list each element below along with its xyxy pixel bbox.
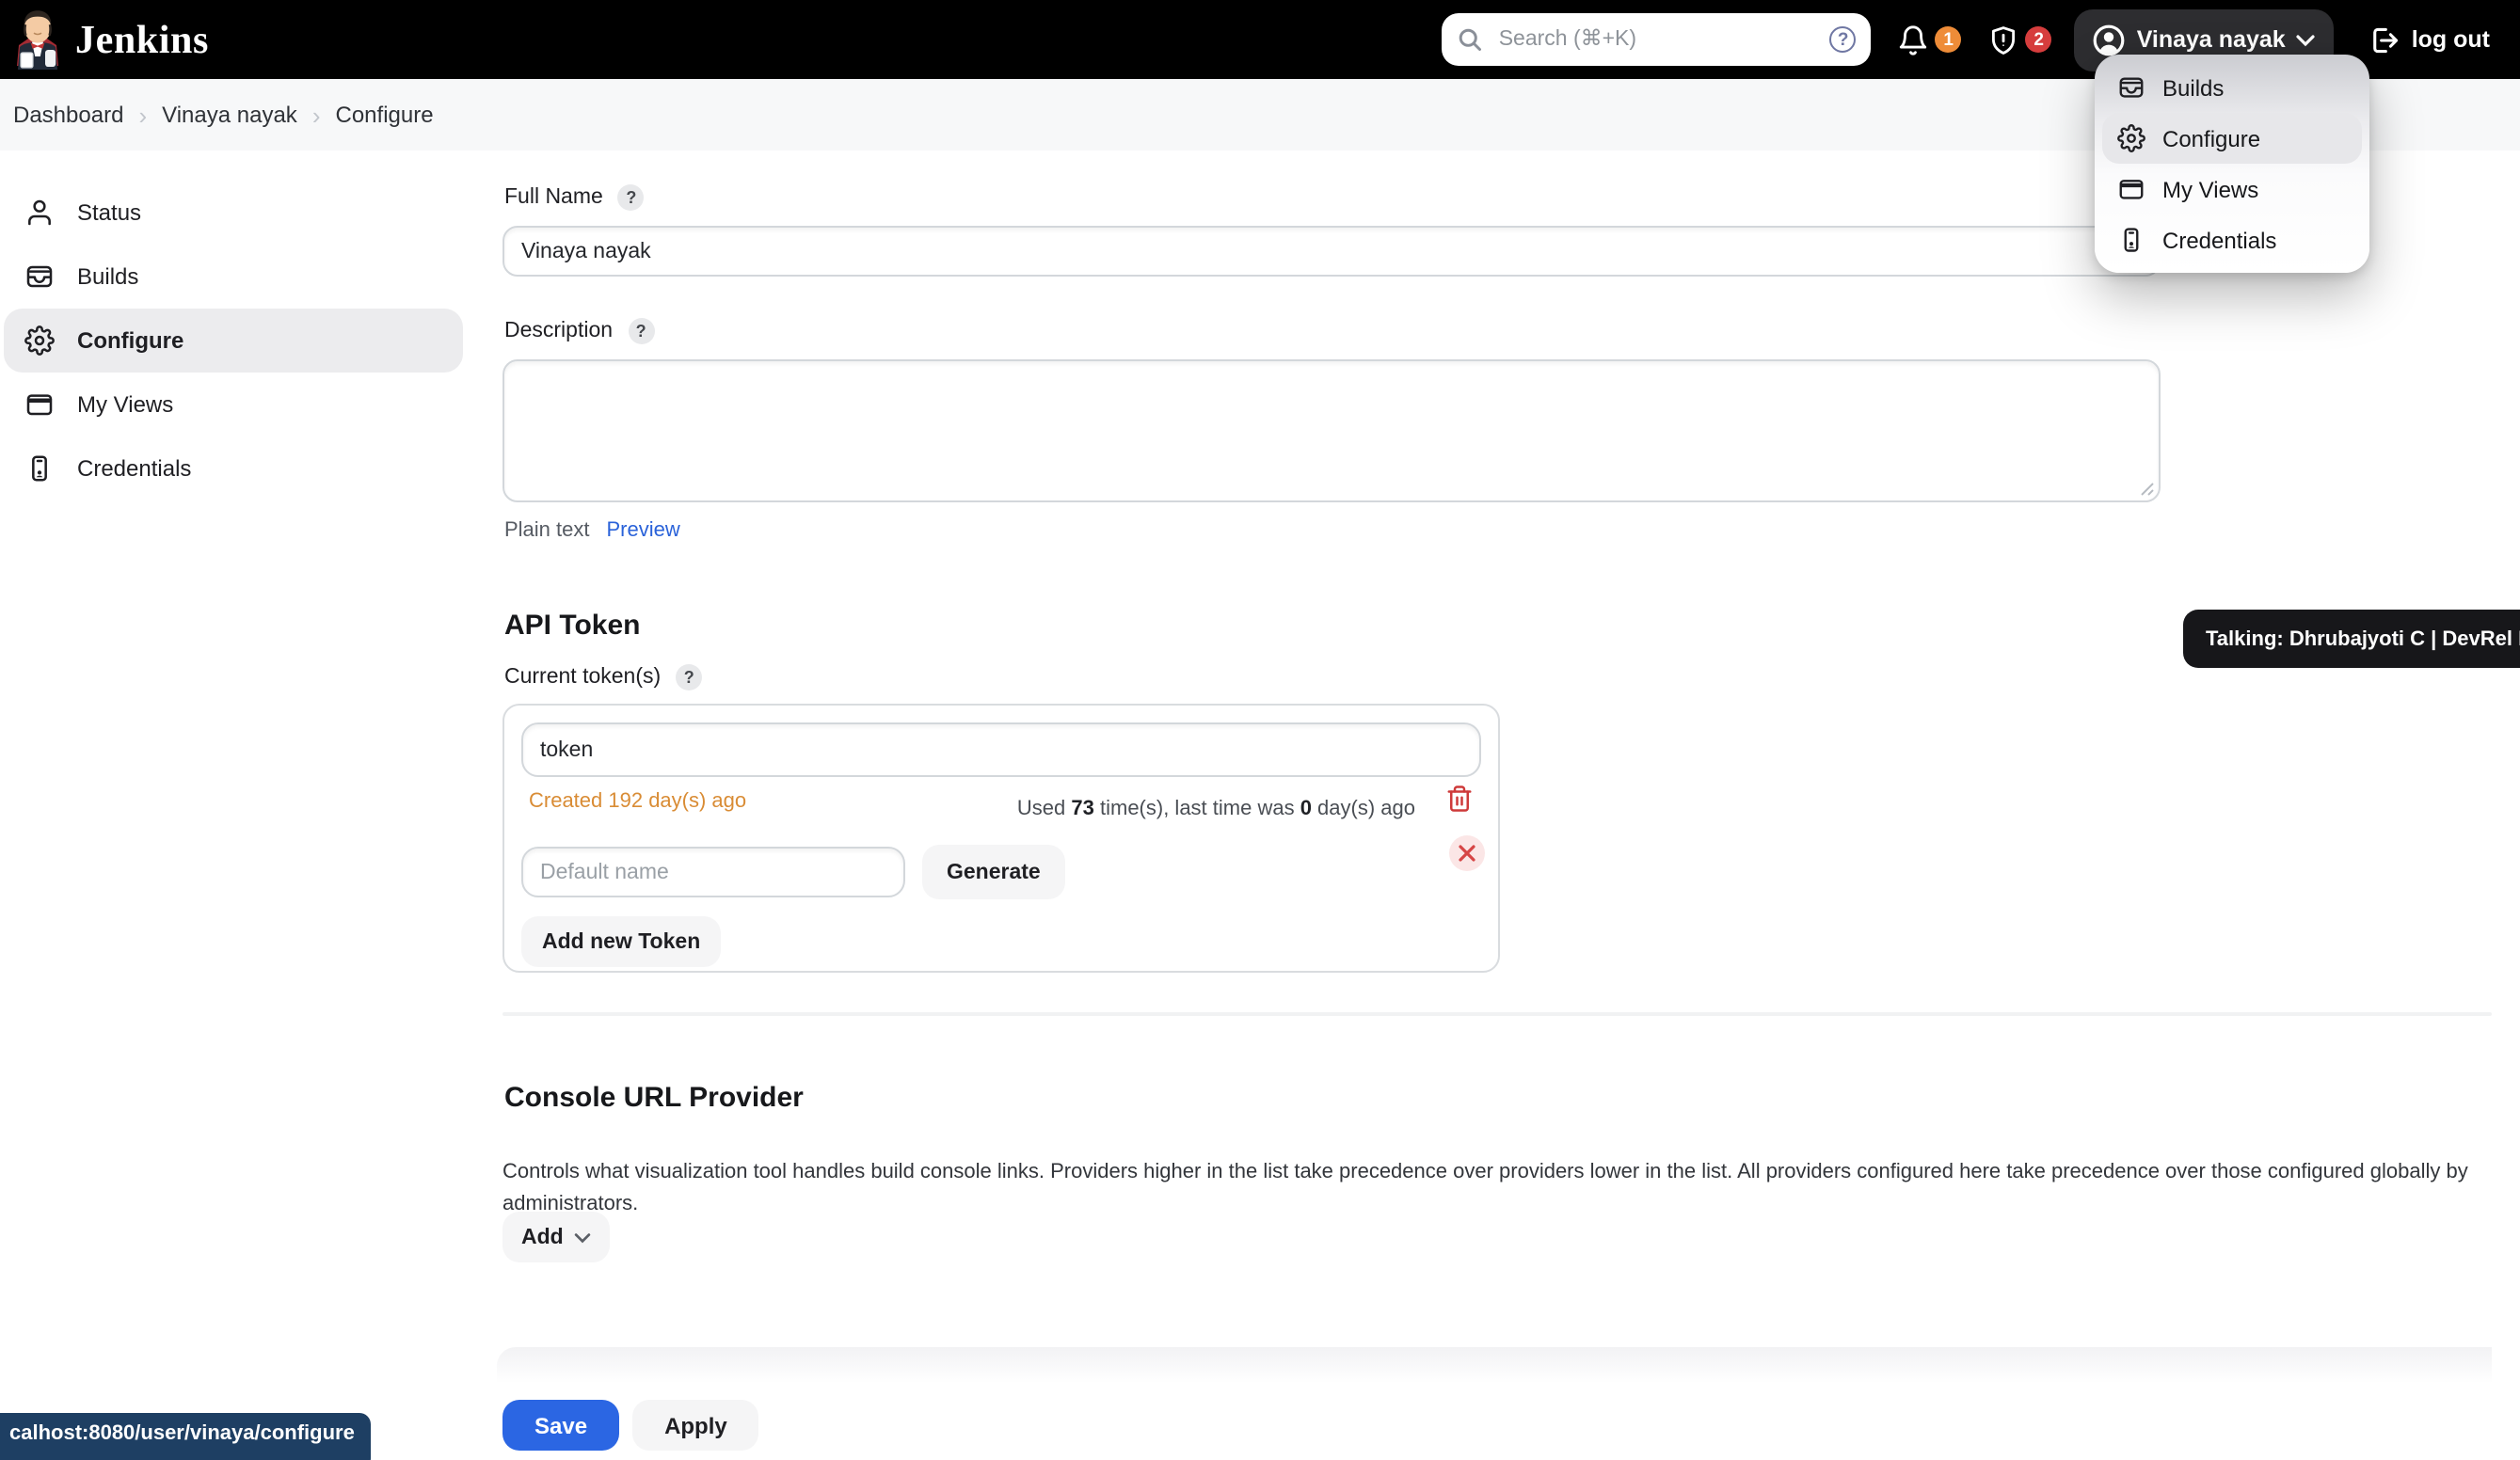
footer-scroll-edge <box>497 1347 2492 1392</box>
full-name-label-row: Full Name ? <box>504 184 645 211</box>
user-name: Vinaya nayak <box>2137 26 2286 53</box>
add-provider-label: Add <box>521 1226 564 1248</box>
sidebar-item-label: Credentials <box>77 455 191 482</box>
console-url-provider-description: Controls what visualization tool handles… <box>502 1157 2490 1219</box>
description-mode-row: Plain text Preview <box>504 519 680 542</box>
breadcrumb-separator: › <box>138 103 147 127</box>
resize-grip-icon[interactable] <box>2140 482 2155 497</box>
breadcrumb-dashboard[interactable]: Dashboard <box>13 102 123 128</box>
menu-item-label: My Views <box>2162 176 2258 202</box>
preview-link[interactable]: Preview <box>607 519 680 542</box>
jenkins-mascot-icon <box>13 8 62 71</box>
notification-count-badge: 1 <box>1936 26 1962 53</box>
apply-button[interactable]: Apply <box>632 1400 759 1451</box>
api-token-heading: API Token <box>504 611 640 643</box>
token-created-text: Created 192 day(s) ago <box>529 790 746 813</box>
description-label-row: Description ? <box>504 318 654 344</box>
generate-token-button[interactable]: Generate <box>922 845 1065 899</box>
add-provider-button[interactable]: Add <box>502 1212 611 1262</box>
breadcrumb-separator: › <box>312 103 321 127</box>
sidebar-item-label: Status <box>77 199 141 226</box>
inbox-icon <box>24 262 55 292</box>
avatar-icon <box>2094 24 2126 56</box>
new-token-name-input[interactable] <box>521 847 905 897</box>
token-name-input[interactable] <box>521 722 1481 777</box>
window-icon <box>24 389 55 420</box>
jenkins-user-configure-page: Jenkins ? 1 <box>0 0 2520 1460</box>
current-tokens-label-row: Current token(s) ? <box>504 664 702 690</box>
inbox-icon <box>2117 73 2145 102</box>
bell-icon <box>1898 24 1930 56</box>
breadcrumb-user[interactable]: Vinaya nayak <box>162 102 297 128</box>
add-new-token-button[interactable]: Add new Token <box>521 916 721 967</box>
sidebar-item-credentials[interactable]: Credentials <box>4 436 463 500</box>
sidebar-item-configure[interactable]: Configure <box>4 309 463 373</box>
delete-token-button[interactable] <box>1445 785 1474 813</box>
description-field-wrap <box>502 359 2161 502</box>
id-card-icon <box>24 453 55 484</box>
user-dropdown-menu: Builds Configure My Views <box>2095 55 2369 273</box>
gear-icon <box>24 325 55 356</box>
full-name-input[interactable] <box>502 226 2161 277</box>
full-name-label: Full Name <box>504 186 603 209</box>
sidebar-item-my-views[interactable]: My Views <box>4 373 463 436</box>
search-input[interactable] <box>1495 26 1819 53</box>
gear-icon <box>2117 124 2145 152</box>
search-box[interactable]: ? <box>1443 13 1872 66</box>
menu-item-configure[interactable]: Configure <box>2102 113 2362 164</box>
sidebar: Status Builds Configure <box>4 181 463 500</box>
sidebar-item-label: Builds <box>77 263 138 290</box>
search-help-icon[interactable]: ? <box>1830 26 1857 53</box>
jenkins-logo[interactable]: Jenkins <box>13 8 209 71</box>
configure-form: Full Name ? Description ? Plain text Pre… <box>502 151 2492 1430</box>
security-count-badge: 2 <box>2026 26 2052 53</box>
description-label: Description <box>504 320 613 342</box>
menu-item-label: Builds <box>2162 74 2224 101</box>
id-card-icon <box>2117 226 2145 254</box>
help-icon[interactable]: ? <box>618 184 645 211</box>
help-icon[interactable]: ? <box>628 318 654 344</box>
cancel-new-token-button[interactable] <box>1449 835 1485 871</box>
breadcrumb-configure: Configure <box>336 102 434 128</box>
section-divider <box>502 1012 2492 1016</box>
search-icon <box>1458 26 1484 53</box>
status-url-tooltip: calhost:8080/user/vinaya/configure <box>0 1413 372 1460</box>
trash-icon <box>1445 785 1474 813</box>
shield-alert-icon <box>1988 24 2020 56</box>
console-url-provider-heading: Console URL Provider <box>504 1083 804 1115</box>
logout-icon <box>2368 24 2400 56</box>
footer-action-bar: Save Apply <box>502 1400 759 1451</box>
logout-button[interactable]: log out <box>2357 22 2501 57</box>
sidebar-item-label: My Views <box>77 391 173 418</box>
chevron-down-icon <box>2297 33 2316 46</box>
notifications-button[interactable]: 1 <box>1898 24 1962 56</box>
description-textarea[interactable] <box>502 359 2161 502</box>
token-panel: Created 192 day(s) ago Used 73 time(s), … <box>502 704 1500 973</box>
sidebar-item-builds[interactable]: Builds <box>4 245 463 309</box>
save-button[interactable]: Save <box>502 1400 619 1451</box>
menu-item-label: Configure <box>2162 125 2260 151</box>
user-icon <box>24 198 55 228</box>
logout-label: log out <box>2412 26 2490 53</box>
chevron-down-icon <box>575 1231 592 1243</box>
help-icon[interactable]: ? <box>676 664 702 690</box>
jenkins-wordmark: Jenkins <box>75 8 209 71</box>
window-icon <box>2117 175 2145 203</box>
sidebar-item-status[interactable]: Status <box>4 181 463 245</box>
close-icon <box>1459 845 1475 862</box>
current-tokens-label: Current token(s) <box>504 666 661 689</box>
talking-tooltip: Talking: Dhrubajyoti C | DevRel En… <box>2183 610 2520 668</box>
token-usage-text: Used 73 time(s), last time was 0 day(s) … <box>1017 798 1415 820</box>
menu-item-label: Credentials <box>2162 227 2276 253</box>
menu-item-builds[interactable]: Builds <box>2102 62 2362 113</box>
security-warnings-button[interactable]: 2 <box>1988 24 2052 56</box>
sidebar-item-label: Configure <box>77 327 183 354</box>
menu-item-my-views[interactable]: My Views <box>2102 164 2362 214</box>
menu-item-credentials[interactable]: Credentials <box>2102 214 2362 265</box>
plain-text-label: Plain text <box>504 519 590 542</box>
